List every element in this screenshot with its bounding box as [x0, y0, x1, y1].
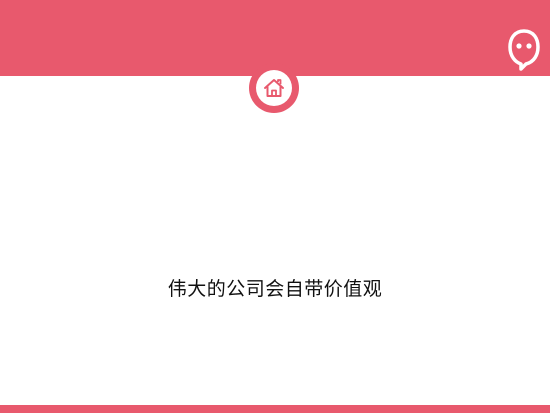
slide-canvas: 伟大的公司会自带价值观	[0, 0, 550, 413]
slide-headline: 伟大的公司会自带价值观	[167, 278, 383, 300]
footer-band	[0, 405, 550, 413]
home-badge-inner	[256, 70, 292, 106]
home-icon	[264, 79, 284, 97]
home-button[interactable]	[249, 63, 299, 113]
smiley-logo-icon	[508, 29, 540, 71]
